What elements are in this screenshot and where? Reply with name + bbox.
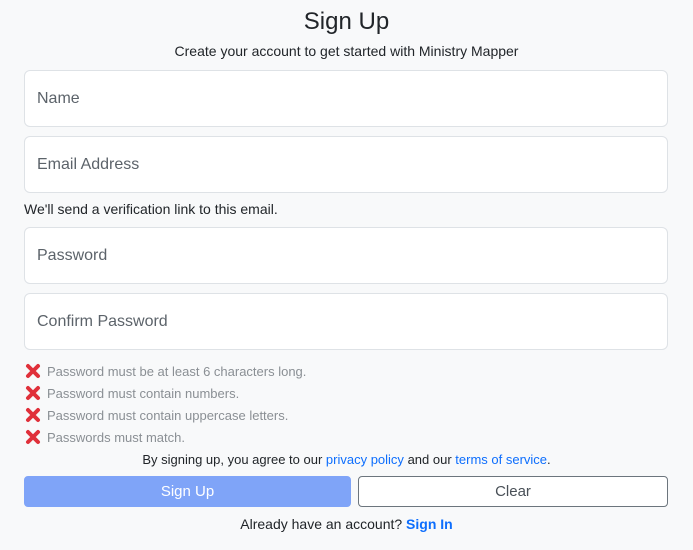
password-rule-uppercase: Password must contain uppercase letters. [24, 404, 306, 426]
page-title: Sign Up [303, 8, 390, 35]
sign-up-button[interactable]: Sign Up [24, 476, 351, 507]
password-rules: Password must be at least 6 characters l… [24, 360, 306, 448]
email-help-text: We'll send a verification link to this e… [24, 201, 278, 217]
privacy-policy-link[interactable]: privacy policy [326, 452, 404, 467]
password-rule-numbers: Password must contain numbers. [24, 382, 306, 404]
rule-text: Passwords must match. [47, 429, 185, 445]
sign-in-link[interactable]: Sign In [406, 516, 453, 532]
password-rule-match: Passwords must match. [24, 426, 306, 448]
cross-mark-icon [24, 428, 42, 446]
rule-text: Password must be at least 6 characters l… [47, 363, 307, 379]
clear-button[interactable]: Clear [358, 476, 668, 507]
cross-mark-icon [24, 406, 42, 424]
sign-in-prompt-text: Already have an account? [240, 516, 403, 532]
cross-mark-icon [24, 384, 42, 402]
terms-agreement: By signing up, you agree to our privacy … [0, 452, 693, 467]
password-input[interactable] [24, 227, 668, 284]
signup-page: Sign Up Create your account to get start… [0, 0, 693, 550]
password-rule-length: Password must be at least 6 characters l… [24, 360, 306, 382]
agreement-middle: and our [407, 452, 452, 467]
page-subtitle: Create your account to get started with … [174, 43, 519, 59]
name-input[interactable] [24, 70, 668, 127]
sign-in-prompt: Already have an account? Sign In [0, 516, 693, 532]
cross-mark-icon [24, 362, 42, 380]
agreement-prefix: By signing up, you agree to our [142, 452, 323, 467]
rule-text: Password must contain numbers. [47, 385, 240, 401]
email-input[interactable] [24, 136, 668, 193]
terms-of-service-link[interactable]: terms of service [455, 452, 547, 467]
rule-text: Password must contain uppercase letters. [47, 407, 289, 423]
agreement-suffix: . [547, 452, 551, 467]
confirm-password-input[interactable] [24, 293, 668, 350]
